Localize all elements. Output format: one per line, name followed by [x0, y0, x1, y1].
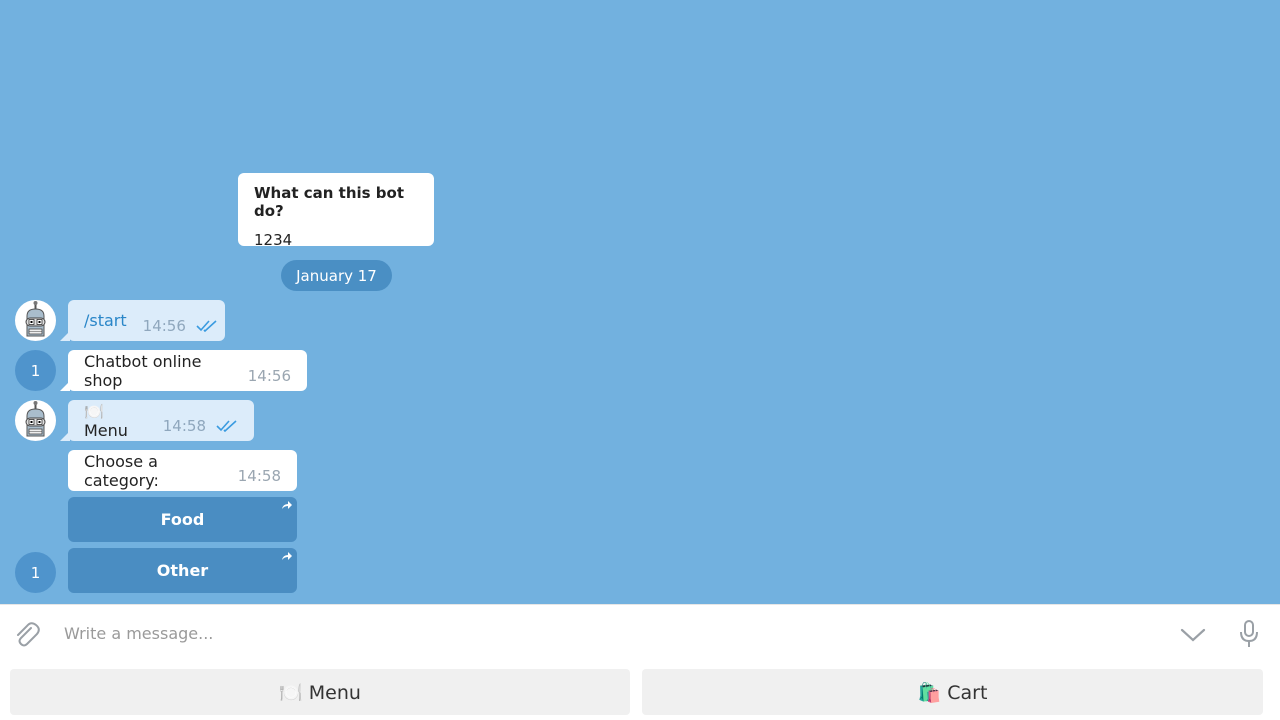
- user-avatar[interactable]: 1: [15, 350, 56, 391]
- paperclip-icon[interactable]: [14, 621, 40, 653]
- chevron-down-icon[interactable]: [1180, 627, 1206, 646]
- microphone-icon[interactable]: [1238, 619, 1260, 653]
- bot-description-text: 1234: [254, 231, 293, 249]
- message-time: 14:56: [247, 366, 291, 385]
- robot-icon: [25, 401, 46, 437]
- inline-button-label: Other: [156, 561, 209, 580]
- message-incoming[interactable]: Chatbot online shop 14:56: [60, 350, 307, 391]
- message-outgoing[interactable]: 🍽️ Menu 14:58: [60, 400, 254, 441]
- inline-button-other[interactable]: Other: [68, 548, 297, 593]
- chat-area: What can this bot do? 1234 January 17 /s…: [0, 0, 1280, 604]
- message-time: 14:58: [237, 466, 281, 485]
- inline-button-label: Food: [160, 510, 205, 529]
- robot-icon: [25, 301, 46, 337]
- message-text: Chatbot online shop: [84, 351, 202, 390]
- message-time: 14:58: [162, 416, 206, 435]
- double-check-icon: [196, 319, 218, 332]
- bot-description-title: What can this bot do?: [254, 184, 405, 220]
- message-text: Choose a category:: [84, 451, 159, 490]
- date-separator: January 17: [281, 260, 392, 291]
- bot-avatar[interactable]: [15, 300, 56, 341]
- message-text[interactable]: /start: [84, 311, 127, 330]
- reply-button-cart[interactable]: 🛍️ Cart: [642, 669, 1263, 715]
- message-text: 🍽️ Menu: [84, 401, 128, 440]
- double-check-icon: [216, 419, 238, 432]
- message-input[interactable]: [64, 619, 1154, 647]
- user-avatar[interactable]: 1: [15, 552, 56, 593]
- message-time: 14:56: [142, 316, 186, 335]
- reply-keyboard: 🍽️ Menu 🛍️ Cart: [0, 661, 1280, 720]
- bot-description-card: What can this bot do? 1234: [238, 173, 434, 249]
- reply-button-menu[interactable]: 🍽️ Menu: [10, 669, 630, 715]
- message-incoming[interactable]: Choose a category: 14:58: [68, 450, 297, 491]
- share-arrow-icon: [282, 552, 292, 560]
- message-outgoing[interactable]: /start 14:56: [60, 300, 225, 341]
- inline-button-food[interactable]: Food: [68, 497, 297, 542]
- message-composer: [0, 604, 1280, 661]
- bot-avatar[interactable]: [15, 400, 56, 441]
- share-arrow-icon: [282, 501, 292, 509]
